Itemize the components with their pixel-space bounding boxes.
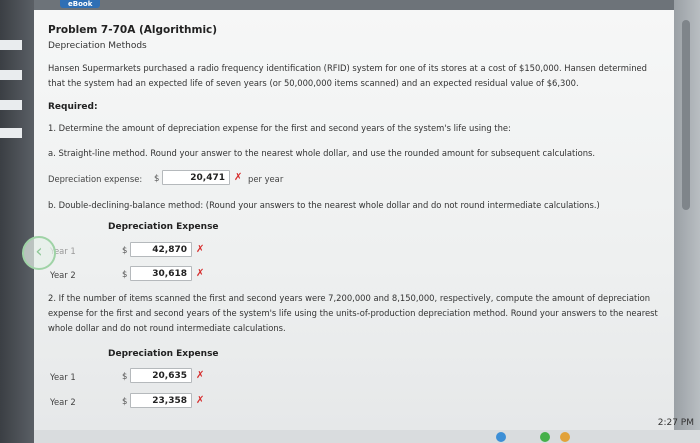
left-edge-mark (0, 128, 22, 138)
problem-subtitle: Depreciation Methods (48, 41, 147, 51)
dollar-sign: $ (122, 397, 128, 407)
units-year-1-label: Year 1 (50, 372, 76, 382)
dollar-sign: $ (154, 174, 160, 184)
incorrect-icon: ✗ (196, 268, 205, 279)
ddb-year-2-label: Year 2 (50, 270, 76, 280)
incorrect-icon: ✗ (196, 244, 205, 255)
incorrect-icon: ✗ (234, 172, 243, 183)
dollar-sign: $ (122, 372, 128, 382)
ebook-tab[interactable]: eBook (60, 0, 101, 8)
per-year-label: per year (248, 174, 284, 184)
problem-title: Problem 7-70A (Algorithmic) (48, 24, 218, 36)
right-window-edge (674, 0, 700, 443)
left-edge-mark (0, 70, 22, 80)
app-icon[interactable] (540, 432, 550, 442)
depreciation-expense-label: Depreciation expense: (48, 174, 143, 184)
incorrect-icon: ✗ (196, 370, 205, 381)
ddb-table-header: Depreciation Expense (108, 222, 219, 232)
scrollbar[interactable] (682, 20, 690, 210)
dollar-sign: $ (122, 246, 128, 256)
straight-line-expense-input[interactable]: 20,471 (162, 170, 230, 185)
taskbar (34, 430, 700, 443)
system-clock: 2:27 PM (657, 418, 694, 428)
units-year-2-label: Year 2 (50, 397, 76, 407)
problem-page: Problem 7-70A (Algorithmic) Depreciation… (22, 10, 674, 430)
dollar-sign: $ (122, 270, 128, 280)
problem-description: Hansen Supermarkets purchased a radio fr… (48, 63, 647, 88)
units-table-header: Depreciation Expense (108, 349, 219, 359)
question-1b: b. Double-declining-balance method: (Rou… (48, 200, 600, 210)
browser-icon[interactable] (496, 432, 506, 442)
top-window-edge (34, 0, 700, 10)
incorrect-icon: ✗ (196, 395, 205, 406)
question-1a: a. Straight-line method. Round your answ… (48, 148, 596, 158)
left-window-edge (0, 0, 34, 443)
required-heading: Required: (48, 102, 98, 112)
units-year-1-input[interactable]: 20,635 (130, 368, 192, 383)
back-arrow-icon[interactable]: ‹ (22, 236, 56, 270)
question-1: 1. Determine the amount of depreciation … (48, 123, 511, 133)
app-icon[interactable] (560, 432, 570, 442)
units-year-2-input[interactable]: 23,358 (130, 393, 192, 408)
left-edge-mark (0, 40, 22, 50)
left-edge-mark (0, 100, 22, 110)
ddb-year-2-input[interactable]: 30,618 (130, 266, 192, 281)
question-2: 2. If the number of items scanned the fi… (48, 293, 658, 333)
ddb-year-1-input[interactable]: 42,870 (130, 242, 192, 257)
